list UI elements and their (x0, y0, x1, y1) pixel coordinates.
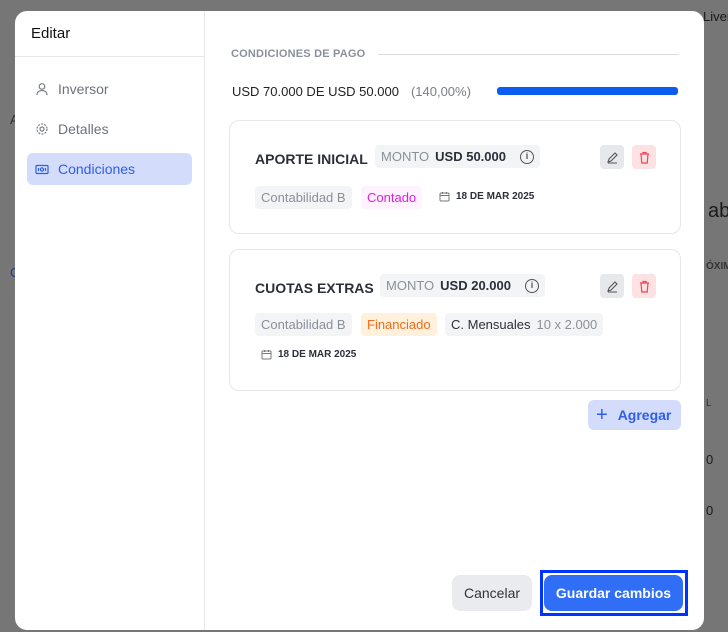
condition-date: 18 DE MAR 2025 (261, 349, 356, 360)
modal-title: Editar (31, 25, 71, 42)
progress-bar (497, 87, 678, 95)
amount-label: MONTO (381, 149, 430, 164)
condition-title: APORTE INICIAL (255, 151, 368, 167)
sidebar-item-inversor[interactable]: Inversor (27, 73, 192, 105)
summary-percent: (140,00%) (410, 84, 471, 99)
info-icon[interactable]: i (524, 278, 539, 293)
payment-type-chip: Financiado (361, 313, 437, 336)
amount-chip: MONTO USD 50.000 i (375, 145, 540, 168)
condition-card: CUOTAS EXTRAS MONTO USD 20.000 i Contabili… (229, 249, 681, 391)
condition-date: 18 DE MAR 2025 (439, 191, 534, 202)
info-icon[interactable]: i (519, 149, 534, 164)
trash-icon (639, 151, 649, 164)
background-column: ÓXIM (706, 261, 728, 272)
modal-sidebar: Editar Inversor Detalles Condiciones (15, 11, 205, 630)
payment-type-chip: Contado (361, 186, 423, 209)
divider (15, 56, 204, 57)
sidebar-item-label: Inversor (58, 81, 109, 97)
sidebar-item-condiciones[interactable]: Condiciones (27, 153, 192, 185)
trash-icon (639, 280, 649, 293)
delete-button[interactable] (632, 274, 656, 298)
delete-button[interactable] (632, 145, 656, 169)
installments-chip: C. Mensuales 10 x 2.000 (445, 313, 604, 336)
amount-value: USD 50.000 (435, 149, 506, 164)
date-text: 18 DE MAR 2025 (456, 191, 535, 202)
gear-icon (36, 123, 48, 135)
edit-modal: Editar Inversor Detalles Condiciones CON… (15, 11, 704, 630)
condition-title: CUOTAS EXTRAS (255, 280, 374, 296)
modal-content: CONDICIONES DE PAGO USD 70.000 DE USD 50… (205, 11, 704, 630)
sidebar-item-label: Condiciones (58, 161, 136, 177)
background-heading: ab (708, 200, 728, 222)
date-text: 18 DE MAR 2025 (278, 349, 357, 360)
background-column: L (706, 398, 712, 409)
amount-chip: MONTO USD 20.000 i (380, 274, 545, 297)
edit-button[interactable] (600, 145, 624, 169)
cancel-button[interactable]: Cancelar (452, 575, 532, 611)
add-label: Agregar (617, 407, 672, 423)
account-chip: Contabilidad B (255, 313, 352, 336)
calendar-icon (439, 192, 450, 202)
calendar-icon (261, 350, 272, 360)
condition-card: APORTE INICIAL MONTO USD 50.000 i Contabil… (229, 120, 681, 234)
plus-icon: + (596, 403, 608, 426)
money-icon (35, 164, 49, 175)
divider (378, 54, 679, 55)
sidebar-item-detalles[interactable]: Detalles (27, 113, 192, 145)
section-title: CONDICIONES DE PAGO (231, 48, 366, 60)
edit-button[interactable] (600, 274, 624, 298)
sidebar-item-label: Detalles (58, 121, 109, 137)
account-chip: Contabilidad B (255, 186, 352, 209)
user-icon (36, 83, 48, 96)
payment-summary: USD 70.000 DE USD 50.000 (140,00%) (232, 84, 471, 99)
amount-value: USD 20.000 (440, 278, 511, 293)
amount-label: MONTO (386, 278, 435, 293)
installments-value: 10 x 2.000 (536, 317, 598, 332)
background-cell: 0 (706, 503, 714, 518)
background-cell: 0 (706, 452, 714, 467)
summary-text: USD 70.000 DE USD 50.000 (232, 84, 399, 99)
installments-label: C. Mensuales (451, 317, 531, 332)
pencil-icon (606, 151, 618, 164)
pencil-icon (606, 280, 618, 293)
save-button[interactable]: Guardar cambios (544, 575, 683, 611)
background-text: Liver (703, 9, 728, 24)
add-condition-button[interactable]: + Agregar (588, 400, 681, 430)
